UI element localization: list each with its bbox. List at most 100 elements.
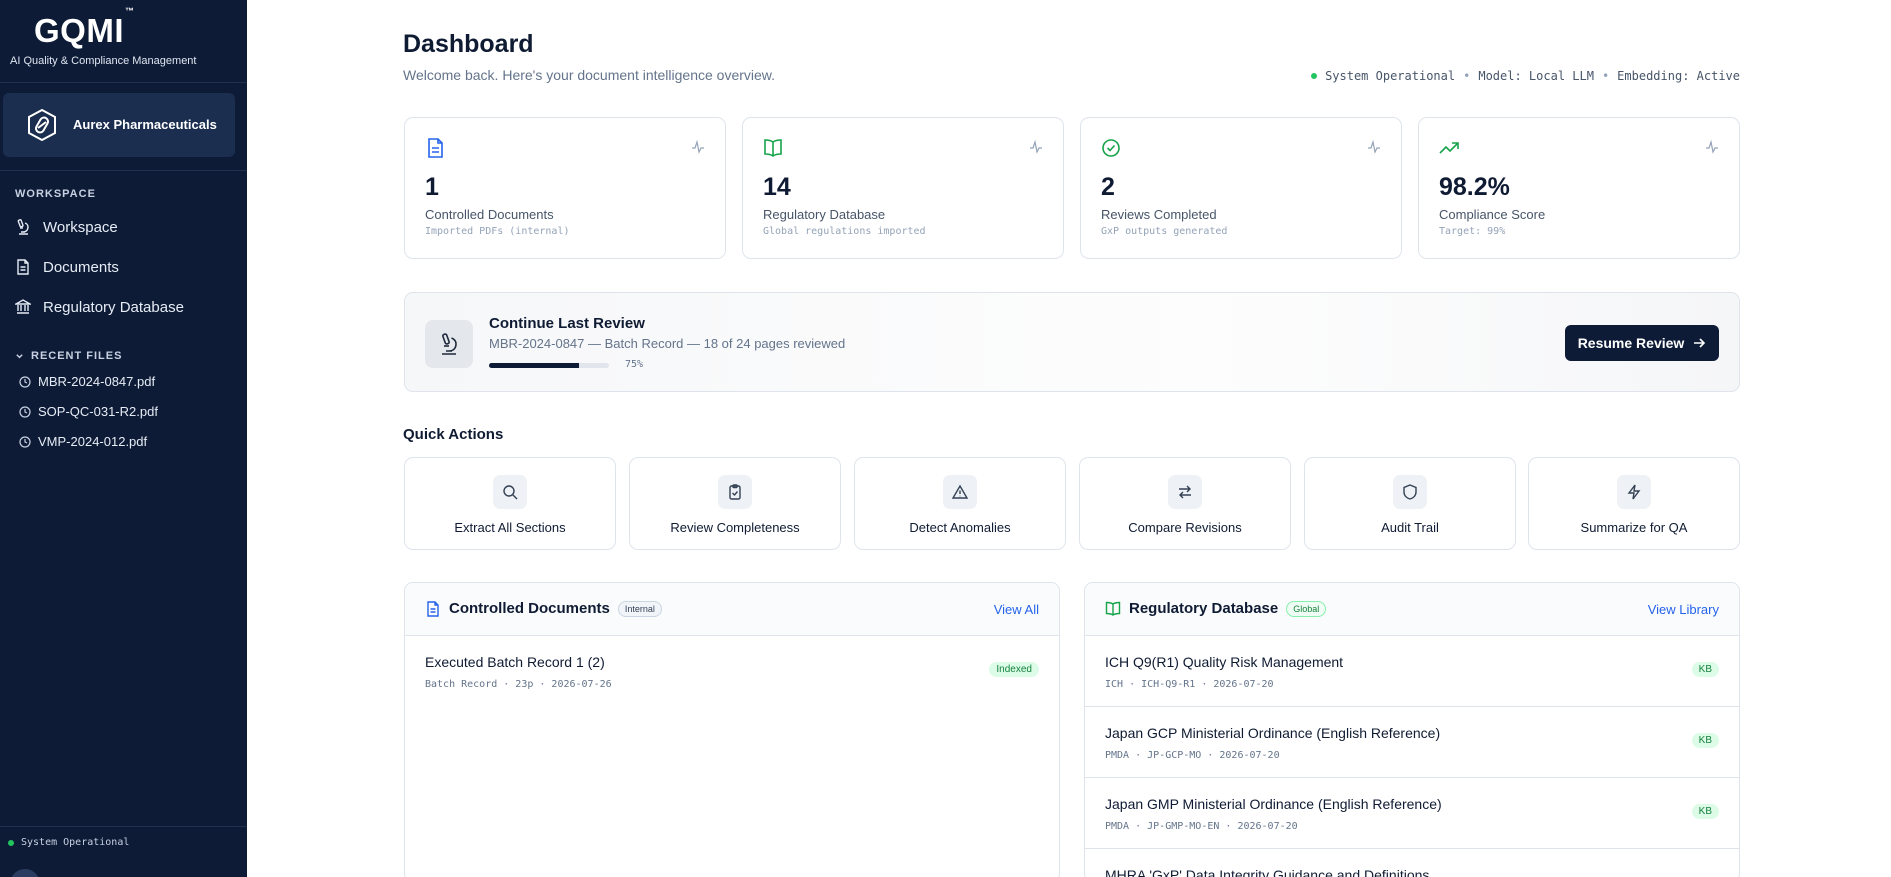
stat-value: 1 (425, 173, 439, 201)
review-progress-fill (489, 363, 579, 368)
resume-subtitle: MBR-2024-0847 — Batch Record — 18 of 24 … (489, 336, 846, 351)
quick-action-audit-trail[interactable]: Audit Trail (1304, 457, 1516, 550)
regulation-meta: PMDA · JP-GMP-MO-EN · 2026-07-20 (1105, 821, 1298, 832)
model-status: Model: Local LLM (1478, 69, 1594, 83)
stat-card-reviews-completed[interactable]: 2 Reviews Completed GxP outputs generate… (1080, 117, 1402, 259)
sidebar-item-regulatory-database[interactable]: Regulatory Database (15, 294, 184, 320)
stat-label: Regulatory Database (763, 207, 886, 222)
quick-action-icon-tile (1617, 475, 1651, 509)
clock-icon (19, 405, 31, 418)
org-name: Aurex Pharmaceuticals (73, 117, 217, 132)
global-badge: Global (1286, 600, 1327, 617)
regulatory-database-panel: Regulatory Database Global View Library … (1084, 582, 1740, 877)
regulation-row[interactable]: Japan GCP Ministerial Ordinance (English… (1085, 707, 1739, 778)
panel-title: Controlled Documents Internal (425, 600, 662, 617)
stat-label: Reviews Completed (1101, 207, 1217, 222)
activity-icon (1706, 140, 1718, 154)
regulation-name: Japan GMP Ministerial Ordinance (English… (1105, 796, 1442, 812)
sidebar-divider (0, 82, 247, 83)
quick-action-label: Review Completeness (670, 520, 800, 535)
status-badge: Indexed (989, 662, 1039, 677)
resume-review-label: Resume Review (1577, 335, 1685, 351)
stat-label: Controlled Documents (425, 207, 554, 222)
quick-action-detect-anomalies[interactable]: Detect Anomalies (854, 457, 1066, 550)
stat-sub: Global regulations imported (763, 226, 926, 237)
regulation-name: MHRA 'GxP' Data Integrity Guidance and D… (1105, 867, 1430, 877)
clock-icon (19, 435, 31, 448)
stat-card-regulatory-database[interactable]: 14 Regulatory Database Global regulation… (742, 117, 1064, 259)
recent-file-item[interactable]: MBR-2024-0847.pdf (19, 374, 155, 389)
quick-action-icon-tile (1168, 475, 1202, 509)
stat-sub: GxP outputs generated (1101, 226, 1228, 237)
page-title: Dashboard (403, 30, 534, 58)
regulation-meta: ICH · ICH-Q9-R1 · 2026-07-20 (1105, 679, 1274, 690)
quick-action-label: Compare Revisions (1128, 520, 1242, 535)
stat-value: 98.2% (1439, 173, 1510, 201)
view-library-link[interactable]: View Library (1648, 602, 1719, 617)
regulation-meta: PMDA · JP-GCP-MO · 2026-07-20 (1105, 750, 1280, 761)
warning-icon (952, 484, 968, 499)
recent-files-heading: RECENT FILES (31, 350, 123, 362)
quick-action-review-completeness[interactable]: Review Completeness (629, 457, 841, 550)
stat-value: 14 (763, 173, 791, 201)
recent-files-toggle[interactable]: RECENT FILES (15, 350, 122, 362)
quick-action-compare-revisions[interactable]: Compare Revisions (1079, 457, 1291, 550)
quick-action-extract-all-sections[interactable]: Extract All Sections (404, 457, 616, 550)
resume-title: Continue Last Review (489, 315, 645, 332)
check-circle-icon (1102, 139, 1120, 157)
document-icon (17, 259, 29, 275)
regulation-row[interactable]: ICH Q9(R1) Quality Risk Management ICH ·… (1085, 636, 1739, 707)
panel-title: Regulatory Database Global (1105, 600, 1327, 617)
internal-badge: Internal (617, 600, 662, 617)
quick-action-label: Detect Anomalies (909, 520, 1011, 535)
quick-action-icon-tile (943, 475, 977, 509)
recent-file-item[interactable]: SOP-QC-031-R2.pdf (19, 404, 158, 419)
sidebar-item-workspace[interactable]: Workspace (15, 214, 118, 240)
stat-card-controlled-documents[interactable]: 1 Controlled Documents Imported PDFs (in… (404, 117, 726, 259)
document-icon (428, 138, 443, 158)
document-name: Executed Batch Record 1 (2) (425, 654, 605, 670)
regulation-row[interactable]: MHRA 'GxP' Data Integrity Guidance and D… (1085, 849, 1739, 877)
resume-review-button[interactable]: Resume Review (1565, 325, 1719, 361)
sidebar-item-documents[interactable]: Documents (15, 254, 119, 280)
activity-icon (692, 140, 704, 154)
org-switcher[interactable]: Aurex Pharmaceuticals (3, 93, 235, 157)
controlled-documents-panel: Controlled Documents Internal View All E… (404, 582, 1060, 877)
sidebar-divider (0, 826, 247, 827)
quick-action-label: Summarize for QA (1580, 520, 1688, 535)
stat-sub: Target: 99% (1439, 226, 1506, 237)
kb-badge: KB (1691, 662, 1719, 677)
view-all-link[interactable]: View All (994, 602, 1039, 617)
chevron-down-icon (16, 353, 23, 358)
regulation-row[interactable]: Japan GMP Ministerial Ordinance (English… (1085, 778, 1739, 849)
document-row[interactable]: Executed Batch Record 1 (2) Batch Record… (405, 636, 1059, 707)
status-dot (8, 839, 14, 846)
book-icon (764, 139, 782, 157)
quick-actions-title: Quick Actions (403, 426, 504, 443)
embedding-status: Embedding: Active (1617, 69, 1740, 83)
stat-label: Compliance Score (1439, 207, 1546, 222)
sidebar-item-label: Regulatory Database (43, 298, 184, 316)
sidebar-status: System Operational (8, 837, 129, 848)
page-subtitle: Welcome back. Here's your document intel… (403, 67, 776, 83)
kb-badge: KB (1691, 804, 1719, 819)
system-status-bar: System Operational • Model: Local LLM • … (1311, 69, 1740, 83)
quick-action-summarize-for-qa[interactable]: Summarize for QA (1528, 457, 1740, 550)
microscope-icon (17, 219, 29, 235)
recent-file-name: VMP-2024-012.pdf (38, 434, 148, 449)
avatar[interactable] (10, 869, 40, 877)
regulation-name: Japan GCP Ministerial Ordinance (English… (1105, 725, 1441, 741)
panel-title-text: Regulatory Database (1129, 600, 1279, 617)
panel-header: Controlled Documents Internal View All (405, 583, 1059, 636)
brand-logo[interactable]: GQMI™ (34, 6, 135, 50)
document-icon (427, 600, 439, 617)
panel-header: Regulatory Database Global View Library (1085, 583, 1739, 636)
clock-icon (19, 375, 31, 388)
stat-card-compliance-score[interactable]: 98.2% Compliance Score Target: 99% (1418, 117, 1740, 259)
separator: • (1601, 69, 1610, 83)
sidebar-status-text: System Operational (21, 837, 130, 848)
continue-review-card: Continue Last Review MBR-2024-0847 — Bat… (404, 292, 1740, 392)
quick-action-icon-tile (1393, 475, 1427, 509)
recent-file-item[interactable]: VMP-2024-012.pdf (19, 434, 147, 449)
quick-action-icon-tile (493, 475, 527, 509)
